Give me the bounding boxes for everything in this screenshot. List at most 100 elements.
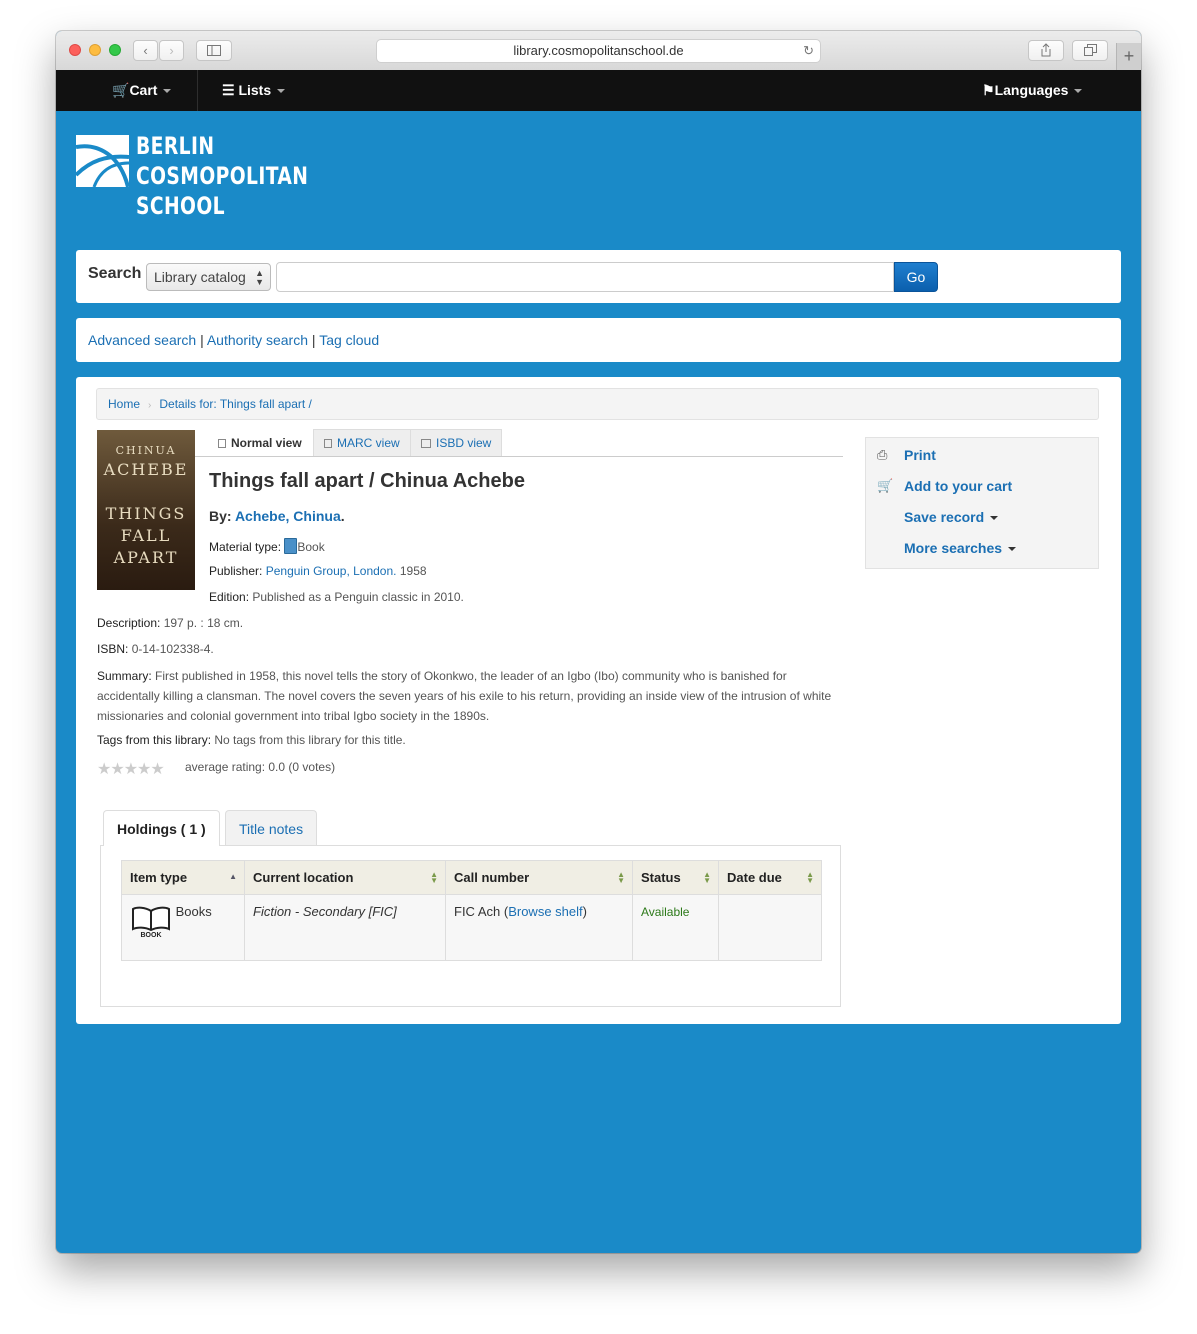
lists-menu[interactable]: ☰ Lists [222,70,286,111]
holdings-table: Item type ▲ Current location ▲ ▼ Call numbe… [121,860,822,961]
isbn-value: 0-14-102338-4. [131,642,214,656]
logo-line-2: COSMOPOLITAN [136,162,309,190]
cart-label: Cart [129,82,158,98]
search-links-panel: Advanced search | Authority search | Tag… [76,318,1121,362]
advanced-search-link[interactable]: Advanced search [88,332,196,348]
breadcrumb-home-link[interactable]: Home [108,397,140,411]
back-button[interactable]: ‹ [133,40,158,61]
search-scope-select[interactable]: Library catalog ▲ ▼ [146,263,271,291]
zoom-window-button[interactable] [109,44,121,56]
cover-title-line-2: FALL [120,526,172,545]
minimize-window-button[interactable] [89,44,101,56]
languages-label: Languages [994,82,1069,98]
go-button[interactable]: Go [894,262,938,292]
caret-down-icon [1008,547,1017,552]
table-row: BOOK Books Fiction - Secondary [FIC] FIC… [121,894,822,961]
flag-icon: ⚑ [982,82,995,98]
browse-shelf-link[interactable]: Browse shelf [508,904,582,919]
star-icon[interactable]: ★ [97,761,111,778]
share-button[interactable] [1028,40,1064,61]
star-icon[interactable]: ★ [124,761,138,778]
date-due-cell [718,894,822,961]
logo-text: BERLIN COSMOPOLITAN SCHOOL [136,131,308,221]
sidebar-toggle-button[interactable] [196,40,232,61]
print-link[interactable]: Print [904,447,936,463]
languages-menu[interactable]: ⚑Languages [982,70,1083,111]
edition-value: Published as a Penguin classic in 2010. [252,590,464,604]
star-icon[interactable]: ★ [150,761,164,778]
cart-menu[interactable]: 🛒Cart [112,70,172,111]
star-icon[interactable]: ★ [110,761,124,778]
column-header-item-type[interactable]: Item type ▲ [121,860,245,895]
description-row: Description: 197 p. : 18 cm. [97,616,243,630]
tab-marc-view[interactable]: MARC view [313,429,411,456]
top-navbar: 🛒Cart ☰ Lists ⚑Languages [56,70,1141,111]
author-link[interactable]: Achebe, Chinua [235,508,341,524]
column-header-current-location[interactable]: Current location ▲ ▼ [244,860,446,895]
isbn-row: ISBN: 0-14-102338-4. [97,642,214,656]
tag-cloud-link[interactable]: Tag cloud [319,332,379,348]
folder-icon [421,439,431,448]
tab-title-notes[interactable]: Title notes [225,810,318,846]
column-header-call-number[interactable]: Call number ▲ ▼ [445,860,633,895]
chevron-left-icon: ‹ [143,43,148,58]
star-icon[interactable]: ★ [137,761,151,778]
status-cell: Available [632,894,719,961]
tabs-icon [1083,44,1097,56]
logo-line-3: SCHOOL [136,192,225,220]
tab-holdings[interactable]: Holdings ( 1 ) [103,810,220,846]
publisher-link[interactable]: Penguin Group, London. [266,564,397,578]
browser-titlebar: ‹ › library.cosmopolitanschool.de ↻ + [56,31,1141,71]
call-number-value: FIC Ach [454,904,501,919]
reload-icon[interactable]: ↻ [803,40,814,62]
description-label: Description: [97,616,161,630]
breadcrumb-current-link[interactable]: Details for: Things fall apart / [159,397,312,411]
item-type-value: Books [175,904,212,919]
header-label: Date due [727,870,782,885]
save-record-dropdown[interactable]: Save record [904,509,999,525]
cart-icon: 🛒 [877,478,894,493]
caret-down-icon [277,89,286,94]
new-tab-button[interactable]: + [1116,43,1141,70]
summary-label: Summary: [97,669,152,683]
column-header-date-due[interactable]: Date due ▲ ▼ [718,860,822,895]
caret-down-icon [1074,89,1083,94]
tab-normal-view[interactable]: Normal view [207,429,313,456]
add-to-cart-link[interactable]: Add to your cart [904,478,1012,494]
sort-icon: ▲ ▼ [430,870,438,885]
call-number-cell: FIC Ach (Browse shelf) [445,894,633,961]
tags-row: Tags from this library: No tags from thi… [97,733,406,747]
list-icon: ☰ [222,82,239,98]
publication-year: 1958 [399,564,427,578]
summary-text: First published in 1958, this novel tell… [97,669,832,723]
cart-icon: 🛒 [112,82,130,98]
share-icon [1041,43,1051,57]
search-label: Search [88,265,142,282]
material-type-label: Material type: [209,540,282,554]
tags-label: Tags from this library: [97,733,212,747]
link-separator: | [200,332,204,348]
star-rating[interactable]: ★★★★★ [97,759,165,779]
book-cover-image[interactable]: CHINUA ACHEBE THINGS FALL APART [97,430,195,590]
more-searches-dropdown[interactable]: More searches [904,540,1017,556]
holdings-tab-panel: Item type ▲ Current location ▲ ▼ Call numbe… [100,845,841,1007]
record-actions-sidebar: ⎙ Print 🛒 Add to your cart Save record M… [865,437,1099,569]
search-input[interactable] [276,262,894,292]
printer-icon: ⎙ [877,447,888,462]
close-window-button[interactable] [69,44,81,56]
tab-isbd-view[interactable]: ISBD view [410,429,503,456]
tabs-overview-button[interactable] [1072,40,1108,61]
document-icon [324,439,332,448]
breadcrumb: Home › Details for: Things fall apart / [96,388,1099,420]
navbar-divider [197,70,198,111]
header-label: Call number [454,870,530,885]
forward-button[interactable]: › [159,40,184,61]
authority-search-link[interactable]: Authority search [207,332,308,348]
status-badge: Available [641,905,690,919]
column-header-status[interactable]: Status ▲ ▼ [632,860,719,895]
caret-down-icon [163,89,172,94]
sort-icon: ▲ ▼ [703,870,711,885]
tags-value: No tags from this library for this title… [214,733,406,747]
address-bar[interactable]: library.cosmopolitanschool.de ↻ [376,39,821,63]
document-icon [218,439,226,448]
